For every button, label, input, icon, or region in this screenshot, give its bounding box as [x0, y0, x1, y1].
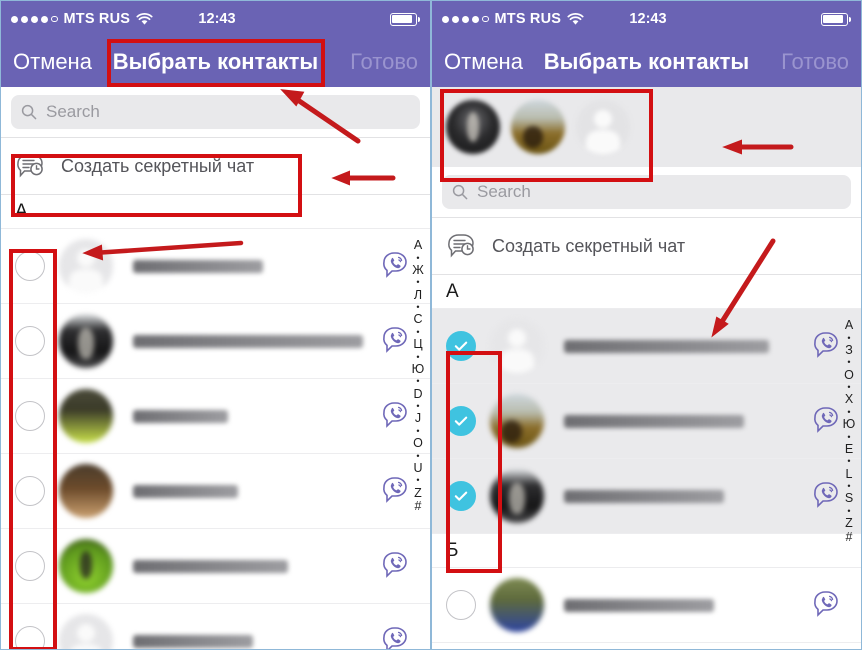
arrow-to-checkbox-column-left	[82, 240, 244, 261]
phone-screen-left: MTS RUS 12:43 Отмена Выбрать контакты Го…	[0, 0, 431, 650]
phone-screen-right: MTS RUS 12:43 Отмена Выбрать контакты Го…	[431, 0, 862, 650]
arrow-to-checkbox-column-right	[711, 238, 776, 338]
screenshot-stage: MTS RUS 12:43 Отмена Выбрать контакты Го…	[0, 0, 862, 650]
